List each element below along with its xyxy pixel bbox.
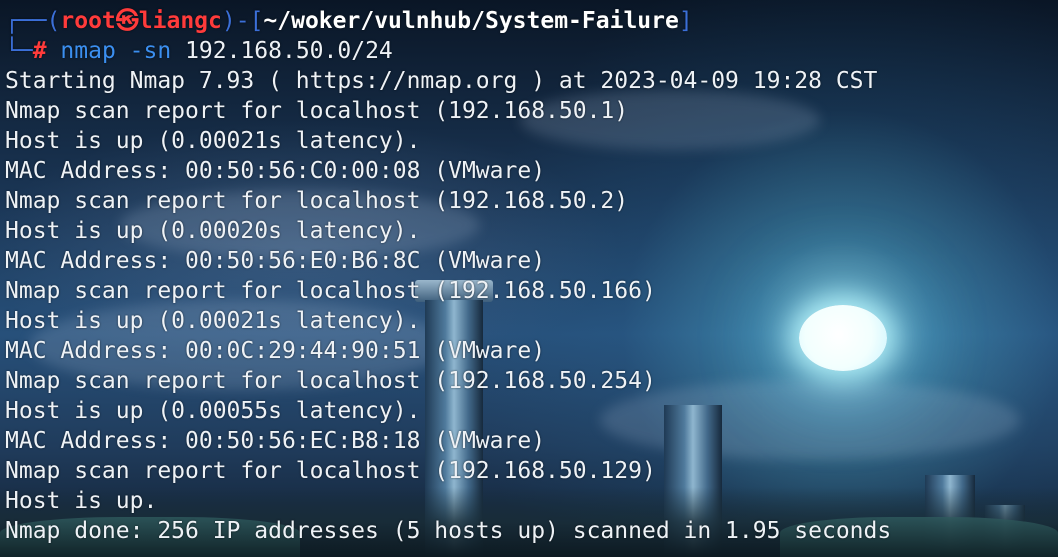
kali-skull-icon: ㉿	[115, 8, 139, 34]
command-space	[116, 38, 130, 64]
output-line: Nmap scan report for localhost (192.168.…	[5, 98, 629, 124]
output-line: Nmap scan report for localhost (192.168.…	[5, 458, 656, 484]
output-line: Nmap scan report for localhost (192.168.…	[5, 278, 656, 304]
output-line: Nmap scan report for localhost (192.168.…	[5, 368, 656, 394]
output-line: Host is up (0.00021s latency).	[5, 128, 421, 154]
prompt-command-line: └─# nmap -sn 192.168.50.0/24	[5, 36, 1058, 66]
command-target: 192.168.50.0/24	[185, 38, 393, 64]
output-line: Nmap scan report for localhost (192.168.…	[5, 188, 629, 214]
output-line: Host is up (0.00055s latency).	[5, 398, 421, 424]
prompt-frame-top: ┌──(	[5, 8, 61, 34]
command-space	[171, 38, 185, 64]
prompt-frame-bottom: └─	[5, 38, 33, 64]
output-line: Host is up.	[5, 488, 158, 514]
prompt-header: ┌──(root㉿liangc)-[~/woker/vulnhub/System…	[5, 6, 1058, 36]
output-line: Nmap done: 256 IP addresses (5 hosts up)…	[5, 518, 892, 544]
root-prompt-symbol: #	[32, 38, 61, 64]
terminal-window[interactable]: ┌──(root㉿liangc)-[~/woker/vulnhub/System…	[0, 0, 1058, 557]
output-line: MAC Address: 00:0C:29:44:90:51 (VMware)	[5, 338, 546, 364]
output-line: MAC Address: 00:50:56:E0:B6:8C (VMware)	[5, 248, 546, 274]
output-line: MAC Address: 00:50:56:EC:B8:18 (VMware)	[5, 428, 546, 454]
prompt-frame-mid: )-[	[221, 8, 264, 34]
prompt-frame-end: ]	[678, 8, 693, 34]
command-name: nmap	[60, 38, 116, 64]
prompt-host: liangc	[138, 8, 222, 34]
command-flag: -sn	[129, 38, 172, 64]
prompt-path: ~/woker/vulnhub/System-Failure	[263, 8, 679, 34]
terminal-output[interactable]: ┌──(root㉿liangc)-[~/woker/vulnhub/System…	[5, 6, 1058, 546]
output-line: Host is up (0.00020s latency).	[5, 218, 421, 244]
prompt-user: root	[60, 8, 116, 34]
output-line: Starting Nmap 7.93 ( https://nmap.org ) …	[5, 68, 878, 94]
output-line: Host is up (0.00021s latency).	[5, 308, 421, 334]
output-line: MAC Address: 00:50:56:C0:00:08 (VMware)	[5, 158, 546, 184]
